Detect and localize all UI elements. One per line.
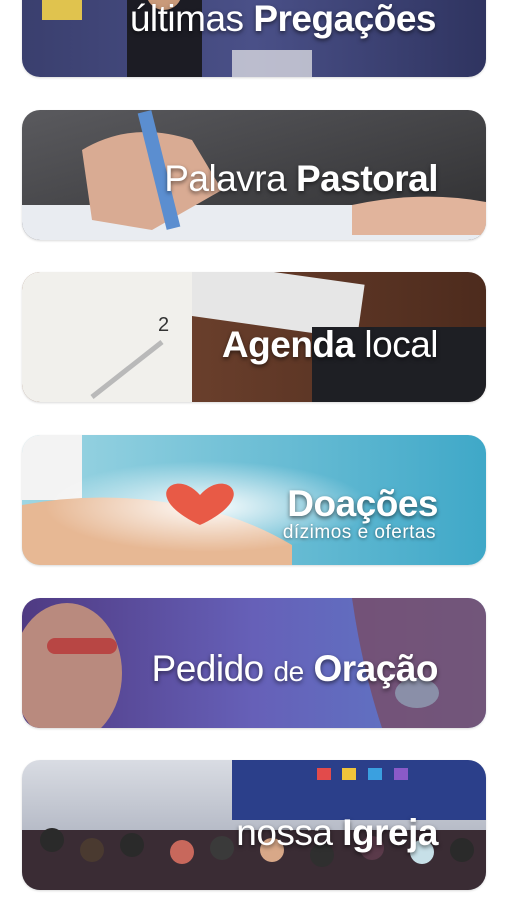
card-title: últimas Pregações [129, 0, 437, 39]
menu-card-palavra-pastoral[interactable]: Palavra Pastoral [22, 110, 486, 240]
card-title: Palavra Pastoral [164, 158, 438, 199]
card-subtitle: dízimos e ofertas [282, 522, 436, 543]
menu-card-ultimas-pregacoes[interactable]: últimas Pregações [22, 0, 486, 77]
menu-card-doacoes[interactable]: Doações dízimos e ofertas [22, 435, 486, 565]
card-title: Pedido de Oração [151, 648, 439, 689]
menu-card-agenda-local[interactable]: 2 Agenda local [22, 272, 486, 402]
calendar-number: 2 [158, 314, 170, 336]
card-title: Agenda local [221, 324, 439, 365]
card-title: nossa Igreja [236, 812, 438, 853]
menu-card-pedido-de-oracao[interactable]: Pedido de Oração [22, 598, 486, 728]
card-title: Doações [287, 483, 438, 524]
menu-card-nossa-igreja[interactable]: nossa Igreja [22, 760, 486, 890]
